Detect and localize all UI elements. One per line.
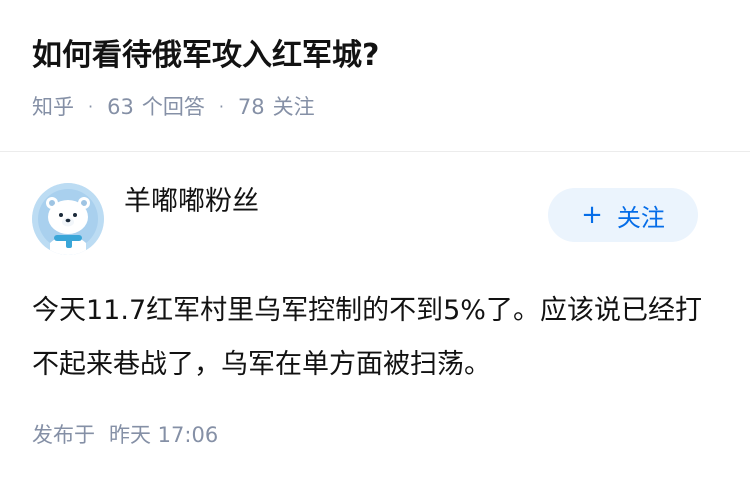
follow-button-label: 关注 — [616, 203, 665, 232]
answer-count-label: 个回答 — [141, 95, 205, 119]
follow-button[interactable]: + 关注 — [548, 188, 698, 242]
question-title[interactable]: 如何看待俄军攻入红军城? — [32, 34, 718, 78]
answer-card: 羊嘟嘟粉丝 + 关注 今天11.7红军村里乌军控制的不到5%了。应该说已经打不起… — [0, 152, 750, 450]
answer-content: 今天11.7红军村里乌军控制的不到5%了。应该说已经打不起来巷战了，乌军在单方面… — [32, 295, 702, 380]
source-label[interactable]: 知乎 — [32, 92, 74, 122]
question-header: 如何看待俄军攻入红军城? 知乎 · 63 个回答 · 78 关注 — [0, 0, 750, 152]
posted-time: 昨天 17:06 — [109, 423, 219, 447]
follower-label: 关注 — [272, 95, 315, 119]
separator-dot: · — [88, 97, 94, 116]
page: 如何看待俄军攻入红军城? 知乎 · 63 个回答 · 78 关注 羊嘟嘟粉丝 +… — [0, 0, 750, 482]
plus-icon: + — [581, 200, 603, 230]
author-name[interactable]: 羊嘟嘟粉丝 — [124, 184, 259, 220]
posted-label: 发布于 — [32, 423, 95, 447]
follower-count: 78 — [237, 95, 265, 119]
polar-bear-avatar-icon[interactable] — [32, 183, 104, 255]
question-meta: 知乎 · 63 个回答 · 78 关注 — [32, 92, 718, 122]
separator-dot: · — [218, 97, 224, 116]
post-time: 发布于 昨天 17:06 — [32, 420, 718, 450]
author-row: 羊嘟嘟粉丝 + 关注 — [32, 182, 718, 256]
answer-count: 63 — [107, 95, 134, 119]
